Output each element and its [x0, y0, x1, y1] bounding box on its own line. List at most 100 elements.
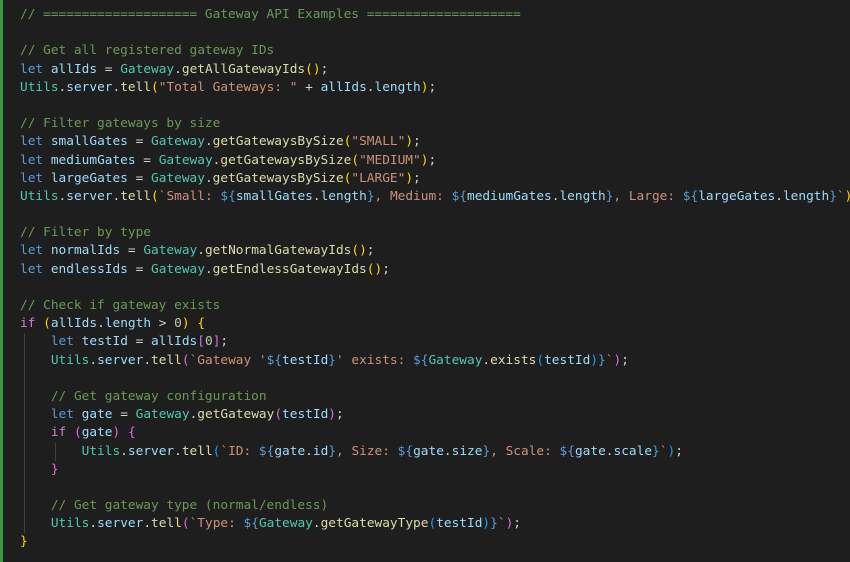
- code-token-punct: =: [112, 407, 136, 423]
- code-token-punct: [74, 334, 82, 349]
- code-editor[interactable]: // ==================== Gateway API Exam…: [0, 0, 850, 562]
- indent-guide: [24, 497, 25, 516]
- code-token-bracket2: [: [197, 334, 205, 350]
- code-line[interactable]: [20, 97, 850, 115]
- code-line[interactable]: Utils.server.tell(`ID: ${gate.id}, Size:…: [20, 442, 850, 461]
- code-line[interactable]: [20, 24, 850, 42]
- code-token-comment: // ==================== Gateway API Exam…: [20, 7, 521, 22]
- code-token-function: getNormalGatewayIds: [204, 243, 352, 259]
- code-token-punct: [74, 407, 82, 422]
- code-token-bracket1: (): [305, 61, 321, 77]
- code-token-variable: allIds: [151, 334, 198, 350]
- code-line[interactable]: }: [20, 460, 850, 479]
- code-line[interactable]: }: [20, 533, 850, 551]
- indent-guide: [24, 351, 25, 370]
- code-token-keyword: let: [20, 152, 44, 168]
- code-line[interactable]: if (allIds.length > 0) {: [20, 315, 850, 333]
- code-token-class: Utils: [50, 352, 90, 368]
- code-line[interactable]: let testId = allIds[0];: [20, 333, 850, 352]
- code-token-string: ' exists:: [336, 352, 414, 368]
- code-token-punct: ;: [428, 79, 437, 95]
- code-token-keyword: let: [20, 261, 44, 277]
- code-token-bracket3: (: [536, 352, 545, 368]
- code-token-punct: =: [127, 134, 152, 150]
- code-line[interactable]: let largeGates = Gateway.getGatewaysBySi…: [20, 170, 850, 188]
- code-token-variable: endlessIds: [50, 261, 128, 277]
- code-token-bracket1: {: [197, 316, 206, 332]
- code-token-class: Gateway: [158, 152, 213, 168]
- code-line[interactable]: [20, 206, 850, 224]
- code-token-variable: id: [312, 443, 329, 459]
- code-token-class: Gateway: [151, 134, 205, 150]
- code-line[interactable]: let endlessIds = Gateway.getEndlessGatew…: [20, 261, 850, 279]
- code-token-punct: ;: [621, 352, 629, 368]
- code-token-punct: .: [89, 352, 98, 368]
- code-line[interactable]: // Filter gateways by size: [20, 115, 850, 133]
- code-line[interactable]: // Get gateway configuration: [20, 387, 850, 407]
- code-token-bracket1: ): [405, 170, 414, 186]
- code-token-interp: ${: [413, 352, 429, 368]
- code-token-interp: ${: [559, 443, 575, 459]
- code-line[interactable]: // Check if gateway exists: [20, 297, 850, 315]
- code-line[interactable]: Utils.server.tell("Total Gateways: " + a…: [20, 79, 850, 97]
- code-token-bracket1: (: [151, 188, 159, 204]
- code-line[interactable]: Utils.server.tell(`Small: ${smallGates.l…: [20, 188, 850, 206]
- code-token-punct: .: [197, 243, 205, 259]
- code-line[interactable]: [20, 279, 850, 297]
- code-token-keyword: let: [50, 407, 74, 423]
- code-token-class: Gateway: [135, 407, 190, 423]
- code-line[interactable]: [20, 369, 850, 388]
- indent-guide: [24, 424, 25, 443]
- code-token-keyword: let: [20, 243, 44, 259]
- code-token-variable: smallGates: [50, 134, 128, 150]
- code-token-punct: ;: [513, 516, 522, 532]
- code-token-variable: size: [451, 443, 483, 459]
- code-token-class: Gateway: [143, 243, 198, 259]
- code-token-variable: length: [104, 316, 152, 332]
- indent-guide: [24, 406, 25, 425]
- code-line[interactable]: let gate = Gateway.getGateway(testId);: [20, 406, 850, 425]
- code-token-string: `Gateway ': [189, 352, 267, 368]
- code-line[interactable]: Utils.server.tell(`Gateway '${testId}' e…: [20, 351, 850, 370]
- code-token-string: `ID:: [220, 443, 259, 459]
- code-token-function: getEndlessGatewayIds: [212, 261, 367, 277]
- code-token-punct: .: [305, 443, 313, 459]
- code-token-string: , Size:: [336, 443, 398, 459]
- indent-guide: [24, 333, 25, 352]
- code-token-bracket1: }: [20, 534, 28, 550]
- code-token-variable: normalIds: [50, 243, 121, 259]
- code-line[interactable]: let normalIds = Gateway.getNormalGateway…: [20, 242, 850, 260]
- code-token-variable: testId: [544, 352, 591, 368]
- code-token-interp: ${: [266, 352, 283, 368]
- code-line[interactable]: let mediumGates = Gateway.getGatewaysByS…: [20, 152, 850, 170]
- code-area[interactable]: // ==================== Gateway API Exam…: [20, 6, 850, 552]
- code-token-variable: testId: [282, 352, 329, 368]
- code-token-function: getGateway: [197, 407, 275, 423]
- code-line[interactable]: if (gate) {: [20, 424, 850, 443]
- code-token-class: Utils: [50, 516, 90, 532]
- code-token-punct: [43, 262, 51, 277]
- code-token-variable: mediumGates: [467, 188, 552, 204]
- code-token-variable: testId: [282, 407, 329, 423]
- code-token-punct: ;: [413, 134, 421, 150]
- code-token-punct: .: [366, 79, 375, 95]
- code-token-function: exists: [490, 352, 537, 368]
- code-line[interactable]: let allIds = Gateway.getAllGatewayIds();: [20, 61, 850, 79]
- code-token-class: Gateway: [120, 61, 175, 77]
- code-line[interactable]: // Get all registered gateway IDs: [20, 42, 850, 60]
- code-line[interactable]: // Get gateway type (normal/endless): [20, 497, 850, 516]
- indent-guide: [24, 442, 25, 461]
- code-token-punct: .: [89, 516, 98, 532]
- code-token-punct: ;: [366, 243, 375, 259]
- code-line[interactable]: [20, 478, 850, 498]
- code-line[interactable]: let smallGates = Gateway.getGatewaysBySi…: [20, 133, 850, 151]
- code-line[interactable]: Utils.server.tell(`Type: ${Gateway.getGa…: [20, 515, 850, 534]
- code-line[interactable]: // Filter by type: [20, 224, 850, 242]
- code-line[interactable]: // ==================== Gateway API Exam…: [20, 6, 850, 24]
- code-token-string: `: [497, 516, 506, 532]
- code-token-class: Utils: [20, 188, 59, 204]
- code-token-bracket2: (: [274, 407, 283, 423]
- code-token-variable: length: [559, 188, 606, 204]
- code-token-string: , Medium:: [374, 188, 452, 204]
- code-token-function: tell: [151, 516, 182, 532]
